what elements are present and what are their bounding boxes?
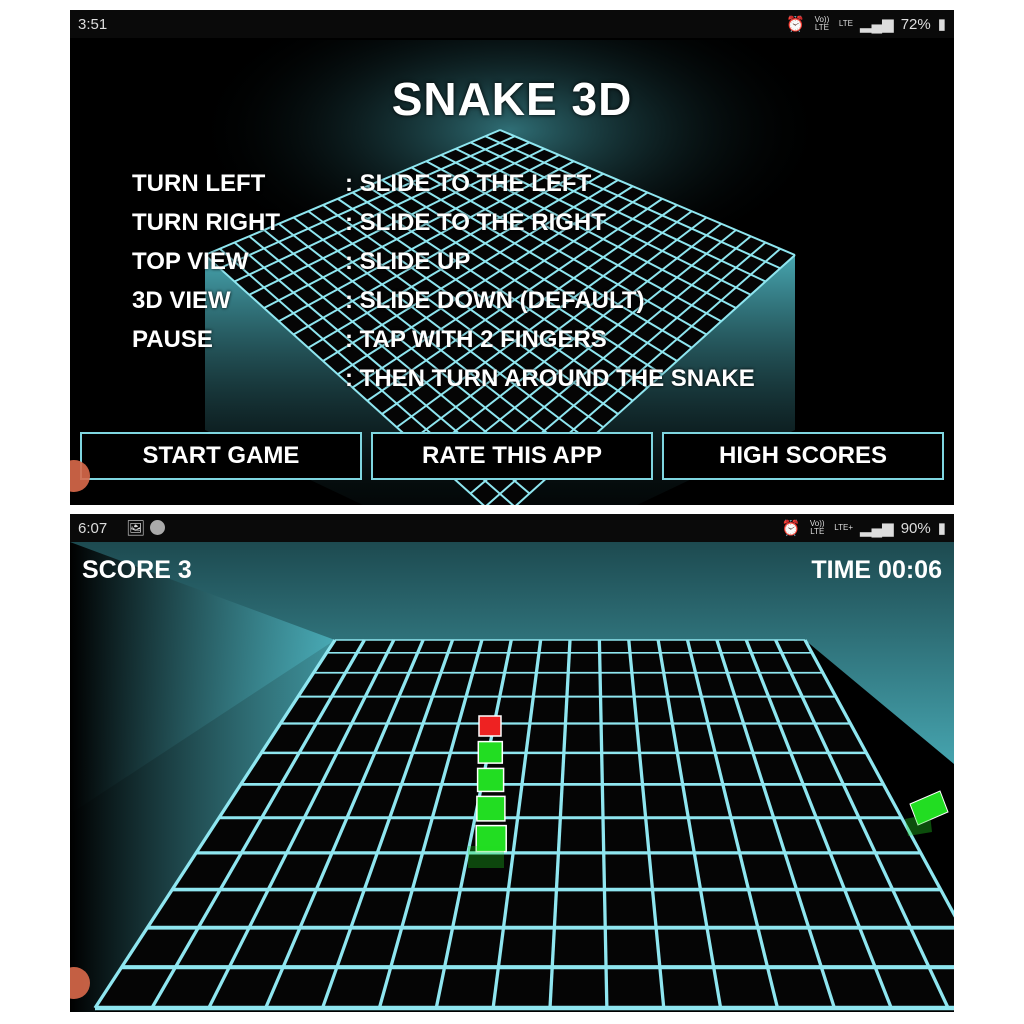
battery-icon: ▮ xyxy=(937,520,946,537)
game-screen: 6:07 🖼 ⏰ Vo)) LTE LTE+ ▂▄▆ 90% ▮ SCORE 3… xyxy=(70,514,954,1012)
control-action: TURN RIGHT xyxy=(132,209,280,236)
status-time: 6:07 xyxy=(78,520,108,537)
lte-icon: LTE xyxy=(838,19,853,28)
menu-screen: 3:51 ⏰ Vo)) LTE LTE ▂▄▆ 72% ▮ SNAKE 3D T… xyxy=(70,10,954,505)
control-gesture: : THEN TURN AROUND THE SNAKE xyxy=(345,365,755,392)
start-game-button[interactable]: START GAME xyxy=(80,432,362,480)
snake-head xyxy=(478,715,502,737)
battery-icon: ▮ xyxy=(937,16,946,33)
signal-icon: ▂▄▆ xyxy=(860,16,894,33)
time-display: TIME 00:06 xyxy=(811,556,942,584)
status-time: 3:51 xyxy=(78,16,108,33)
battery-level: 72% xyxy=(900,15,931,33)
score-display: SCORE 3 xyxy=(82,556,192,584)
control-action: PAUSE xyxy=(132,326,213,353)
alarm-icon: ⏰ xyxy=(786,16,805,33)
snake-segment xyxy=(476,767,505,793)
rate-app-button[interactable]: RATE THIS APP xyxy=(371,432,653,480)
gallery-icon: 🖼 xyxy=(126,520,146,537)
game-board[interactable] xyxy=(70,514,954,1012)
control-gesture: : SLIDE DOWN (DEFAULT) xyxy=(345,287,645,314)
volte-icon: Vo)) LTE xyxy=(814,15,830,32)
control-action: TOP VIEW xyxy=(132,248,249,275)
control-action: TURN LEFT xyxy=(132,170,266,197)
battery-level: 90% xyxy=(900,519,931,537)
control-gesture: : SLIDE TO THE LEFT xyxy=(345,170,592,197)
signal-icon: ▂▄▆ xyxy=(860,520,894,537)
snake-segment xyxy=(476,795,506,822)
status-bar: 6:07 🖼 ⏰ Vo)) LTE LTE+ ▂▄▆ 90% ▮ xyxy=(70,514,954,542)
control-gesture: : SLIDE UP xyxy=(345,248,471,275)
high-scores-button[interactable]: HIGH SCORES xyxy=(662,432,944,480)
control-action: 3D VIEW xyxy=(132,287,231,314)
alarm-icon: ⏰ xyxy=(781,520,801,537)
lte-plus-icon: LTE+ xyxy=(834,523,853,532)
control-gesture: : TAP WITH 2 FINGERS xyxy=(345,326,607,353)
snake-shadow xyxy=(468,846,504,868)
control-gesture: : SLIDE TO THE RIGHT xyxy=(345,209,606,236)
game-title: SNAKE 3D xyxy=(391,73,633,125)
status-bar: 3:51 ⏰ Vo)) LTE LTE ▂▄▆ 72% ▮ xyxy=(70,10,954,38)
volte-icon: Vo)) LTE xyxy=(809,519,825,536)
app-badge-icon xyxy=(150,520,165,535)
snake-segment xyxy=(477,740,504,764)
